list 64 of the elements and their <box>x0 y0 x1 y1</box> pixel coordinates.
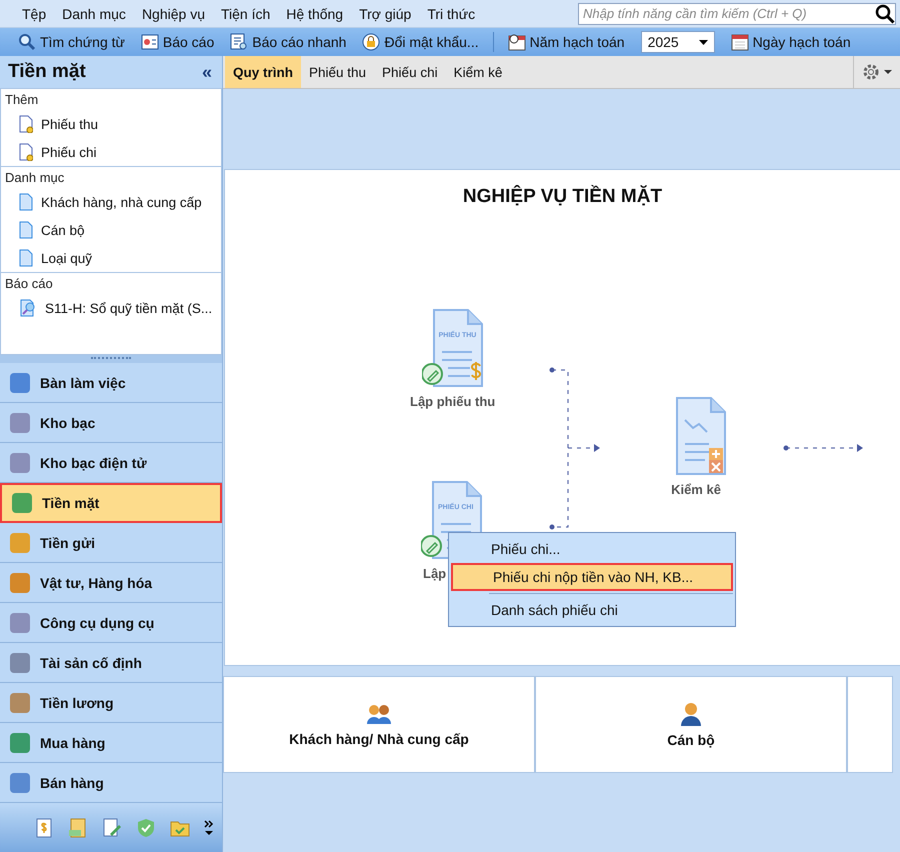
tab[interactable]: Phiếu chi <box>374 56 446 88</box>
section-title: Thêm <box>4 91 40 109</box>
task-link[interactable]: Cán bộ <box>1 216 221 244</box>
shortcut-card[interactable]: Khách hàng/ Nhà cung cấp <box>223 676 535 773</box>
collapse-button[interactable]: « <box>198 62 216 82</box>
tab[interactable]: Quy trình <box>225 56 301 88</box>
quick-report-icon <box>230 33 248 51</box>
toolbar-button[interactable]: Đổi mật khẩu... <box>356 30 485 54</box>
caret-icon <box>698 40 708 44</box>
arrow <box>568 444 600 452</box>
menu-item[interactable]: Danh mục <box>54 6 134 22</box>
shortcut-card[interactable]: Cán bộ <box>535 676 847 773</box>
search-icon <box>875 4 895 24</box>
splitter-grip[interactable] <box>91 357 131 361</box>
report-icon <box>140 34 159 50</box>
menu-item[interactable]: Nghiệp vụ <box>134 6 213 22</box>
lock-icon <box>362 33 380 51</box>
toolbar-button[interactable]: Báo cáo nhanh <box>224 30 352 54</box>
calendar-clock-icon <box>508 33 526 51</box>
new-document-icon <box>19 115 33 133</box>
more-icon[interactable] <box>204 818 214 836</box>
toolbar-button[interactable]: Ngày hạch toán <box>724 30 857 54</box>
document-icon <box>19 249 33 267</box>
menu-item[interactable]: Hệ thống <box>278 6 352 22</box>
calendar-icon <box>730 33 749 51</box>
edit-document-icon[interactable] <box>102 818 122 838</box>
shortcut-card[interactable] <box>847 676 893 773</box>
diagram-title: NGHIỆP VỤ TIỀN MẶT <box>462 186 662 207</box>
task-link[interactable]: Phiếu chi <box>1 138 221 166</box>
search-field[interactable]: Nhập tính năng cần tìm kiếm (Ctrl + Q) <box>578 2 896 24</box>
context-menu-item[interactable]: Phiếu chi... <box>451 535 733 563</box>
toolbar-button[interactable]: Tìm chứng từ <box>12 30 131 54</box>
report-search-icon <box>19 299 37 317</box>
money-document-icon[interactable] <box>34 818 54 838</box>
task-link[interactable]: Khách hàng, nhà cung cấp <box>1 188 221 216</box>
task-link[interactable]: S11-H: Sổ quỹ tiền mặt (S... <box>1 294 221 322</box>
menu-item[interactable]: Tiện ích <box>212 6 278 22</box>
nav-item[interactable]: Tiền mặt <box>0 483 222 523</box>
tab[interactable]: Kiểm kê <box>446 56 510 88</box>
search-icon <box>18 33 36 51</box>
dollar-sign-icon <box>470 361 481 381</box>
menu-item[interactable]: Tri thức <box>419 6 484 22</box>
section-title: Báo cáo <box>4 275 54 293</box>
tab[interactable]: Phiếu thu <box>301 56 374 88</box>
document-icon <box>19 221 33 239</box>
task-link[interactable]: Phiếu thu <box>1 110 221 138</box>
document-icon <box>19 193 33 211</box>
shield-icon[interactable] <box>136 818 156 838</box>
context-menu-item[interactable]: Danh sách phiếu chi <box>451 596 733 624</box>
settings-icon <box>862 63 880 81</box>
task-link[interactable]: Loại quỹ <box>1 244 221 272</box>
person-icon <box>680 702 702 726</box>
diagram-node[interactable]: Kiểm kê <box>665 396 727 497</box>
menu-item[interactable]: Tệp <box>14 6 54 22</box>
year-dropdown[interactable]: 2025 <box>640 31 715 53</box>
context-menu-item[interactable]: Phiếu chi nộp tiền vào NH, KB... <box>451 563 733 591</box>
caret-icon <box>884 70 892 74</box>
toolbar-button[interactable]: Năm hạch toán <box>502 30 631 54</box>
section-title: Danh mục <box>4 169 66 187</box>
new-document-icon <box>19 143 33 161</box>
menu-item[interactable]: Trợ giúp <box>351 6 420 22</box>
toolbar-button[interactable]: Báo cáo <box>134 30 220 54</box>
panel-title: Tiền mặt <box>8 61 86 83</box>
people-icon <box>366 702 392 724</box>
